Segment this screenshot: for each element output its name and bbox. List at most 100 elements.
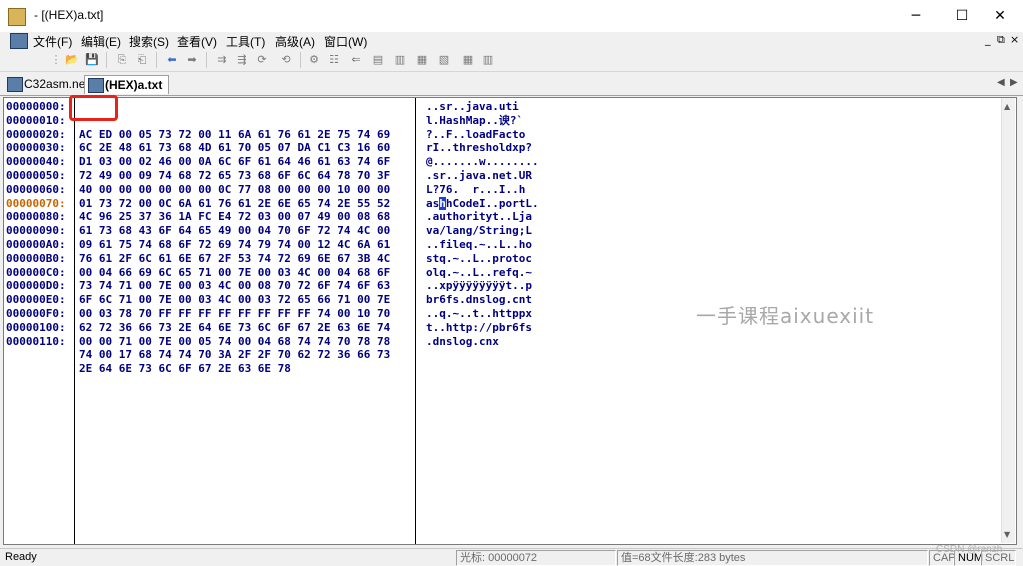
tab-c32asm[interactable]: C32asm.net xyxy=(4,75,95,93)
ascii-row[interactable]: va/lang/String;L xyxy=(424,224,624,238)
vertical-scrollbar[interactable]: ▲ ▼ xyxy=(1001,98,1015,543)
address-cell: 00000010: xyxy=(6,113,66,127)
undo-icon[interactable]: ⟲ xyxy=(278,52,294,68)
hex-row[interactable]: 72 49 00 09 74 68 72 65 73 68 6F 6C 64 7… xyxy=(75,169,415,183)
table-icon[interactable]: ▦ xyxy=(414,52,430,68)
hex-row[interactable]: 00 00 71 00 7E 00 05 74 00 04 68 74 74 7… xyxy=(75,335,415,349)
ascii-row[interactable]: ..xpÿÿÿÿÿÿÿÿt..p xyxy=(424,279,624,293)
columns-icon[interactable]: ▥ xyxy=(392,52,408,68)
hex-column[interactable]: AC ED 00 05 73 72 00 11 6A 61 76 61 2E 7… xyxy=(74,98,416,544)
address-cell: 00000080: xyxy=(6,210,66,224)
hex-row[interactable]: 2E 64 6E 73 6C 6F 67 2E 63 6E 78 xyxy=(75,362,415,376)
ascii-row[interactable]: t..http://pbr6fs xyxy=(424,321,624,335)
mdi-close-button[interactable]: × xyxy=(1010,33,1019,46)
hex-row[interactable]: 6C 2E 48 61 73 68 4D 61 70 05 07 DA C1 C… xyxy=(75,141,415,155)
text-cursor: h xyxy=(439,196,446,210)
csdn-watermark: CSDN @ranzh xyxy=(936,544,1003,555)
ascii-text: as xyxy=(426,196,440,210)
address-cell: 00000090: xyxy=(6,224,66,238)
hex-row[interactable]: 09 61 75 74 68 6F 72 69 74 79 74 00 12 4… xyxy=(75,238,415,252)
ascii-row[interactable]: ..fileq.~..L..ho xyxy=(424,238,624,252)
menu-advanced[interactable]: 高级(A) xyxy=(275,33,315,50)
scroll-down-icon[interactable]: ▼ xyxy=(1004,530,1010,539)
hex-row[interactable]: 00 03 78 70 FF FF FF FF FF FF FF FF 74 0… xyxy=(75,307,415,321)
hex-row[interactable]: 01 73 72 00 0C 6A 61 76 61 2E 6E 65 74 2… xyxy=(75,197,415,211)
hex-row[interactable]: 40 00 00 00 00 00 00 0C 77 08 00 00 00 1… xyxy=(75,183,415,197)
jump-icon[interactable]: ⇉ xyxy=(214,52,230,68)
tab-scroll-left-icon[interactable]: ◀ xyxy=(997,77,1005,88)
tab-label: C32asm.net xyxy=(24,77,89,91)
scroll-up-icon[interactable]: ▲ xyxy=(1004,102,1010,111)
ascii-row[interactable]: br6fs.dnslog.cnt xyxy=(424,293,624,307)
settings-icon[interactable]: ⚙ xyxy=(306,52,322,68)
hex-row[interactable]: 73 74 71 00 7E 00 03 4C 00 08 70 72 6F 7… xyxy=(75,279,415,293)
ascii-row[interactable]: rI..thresholdxp? xyxy=(424,141,624,155)
open-file-icon[interactable]: 📂 xyxy=(64,52,80,68)
ascii-row[interactable]: .sr..java.net.UR xyxy=(424,169,624,183)
ascii-row[interactable]: ashhCodeI..portL. xyxy=(424,196,624,211)
watermark: 一手课程aixuexiit xyxy=(696,304,875,328)
save-icon[interactable]: 💾 xyxy=(84,52,100,68)
mdi-minimize-button[interactable]: _ xyxy=(985,33,991,46)
ascii-row[interactable]: olq.~..L..refq.~ xyxy=(424,266,624,280)
block-icon[interactable]: ▧ xyxy=(436,52,452,68)
hex-row[interactable]: 6F 6C 71 00 7E 00 03 4C 00 03 72 65 66 7… xyxy=(75,293,415,307)
grid-icon[interactable]: ▤ xyxy=(370,52,386,68)
mdi-restore-button[interactable]: ⧉ xyxy=(997,33,1005,47)
close-button[interactable]: ✕ xyxy=(977,0,1023,32)
hex-row[interactable]: 61 73 68 43 6F 64 65 49 00 04 70 6F 72 7… xyxy=(75,224,415,238)
ascii-row[interactable]: L?76. r...I..h xyxy=(424,183,624,197)
document-icon xyxy=(7,77,23,92)
back-arrow-icon[interactable]: ⬅ xyxy=(164,52,180,68)
address-cell: 00000040: xyxy=(6,155,66,169)
left-align-icon[interactable]: ⇐ xyxy=(348,52,364,68)
highlight-annotation xyxy=(69,95,118,121)
ascii-row[interactable]: l.HashMap..谀?` xyxy=(424,114,624,128)
hex-row[interactable]: D1 03 00 02 46 00 0A 6C 6F 61 64 46 61 6… xyxy=(75,155,415,169)
copy-icon[interactable]: ⎘ xyxy=(114,52,130,68)
list-icon[interactable]: ☷ xyxy=(326,52,342,68)
ascii-row[interactable]: @.......w........ xyxy=(424,155,624,169)
ascii-row[interactable]: .dnslog.cnx xyxy=(424,335,624,349)
hex-row[interactable]: 76 61 2F 6C 61 6E 67 2F 53 74 72 69 6E 6… xyxy=(75,252,415,266)
tab-hex-file[interactable]: (HEX)a.txt xyxy=(84,75,170,94)
address-cell: 000000C0: xyxy=(6,265,66,279)
ascii-row[interactable]: ..q.~..t..httppx xyxy=(424,307,624,321)
address-column: 00000000: 00000010: 00000020: 00000030: 0000… xyxy=(6,100,70,348)
menu-file[interactable]: 文件(F) xyxy=(33,33,72,50)
menu-search[interactable]: 搜索(S) xyxy=(129,33,169,50)
menu-bar: 文件(F) 编辑(E) 搜索(S) 查看(V) 工具(T) 高级(A) 窗口(W… xyxy=(0,32,1023,49)
ascii-column[interactable]: ..sr..java.uti l.HashMap..谀?` ?..F..loadFa… xyxy=(424,100,624,348)
redo-icon[interactable]: ⟳ xyxy=(254,52,270,68)
hex-row[interactable]: AC ED 00 05 73 72 00 11 6A 61 76 61 2E 7… xyxy=(75,128,415,142)
tab-scroll-right-icon[interactable]: ▶ xyxy=(1010,77,1018,88)
status-cursor: 光标: 00000072 xyxy=(456,550,616,566)
paste-icon[interactable]: ⎗ xyxy=(134,52,150,68)
goto-icon[interactable]: ⇶ xyxy=(234,52,250,68)
menu-tools[interactable]: 工具(T) xyxy=(226,33,265,50)
ascii-row[interactable]: ?..F..loadFacto xyxy=(424,128,624,142)
hex-row[interactable]: 4C 96 25 37 36 1A FC E4 72 03 00 07 49 0… xyxy=(75,210,415,224)
menu-view[interactable]: 查看(V) xyxy=(177,33,217,50)
ascii-row[interactable]: .authorityt..Lja xyxy=(424,210,624,224)
ascii-row[interactable]: stq.~..L..protoc xyxy=(424,252,624,266)
address-cell: 00000020: xyxy=(6,127,66,141)
document-icon xyxy=(88,78,104,93)
toolbar-separator xyxy=(206,52,207,68)
hex-row[interactable]: 62 72 36 66 73 2E 64 6E 73 6C 6F 67 2E 6… xyxy=(75,321,415,335)
menu-window[interactable]: 窗口(W) xyxy=(324,33,367,50)
address-cell: 00000050: xyxy=(6,168,66,182)
address-cell: 000000F0: xyxy=(6,306,66,320)
minimize-button[interactable]: ─ xyxy=(893,0,939,32)
address-cell: 00000060: xyxy=(6,182,66,196)
hex-row[interactable]: 00 04 66 69 6C 65 71 00 7E 00 03 4C 00 0… xyxy=(75,266,415,280)
tab-bar: C32asm.net (HEX)a.txt ◀ ▶ xyxy=(0,73,1023,96)
cells-icon[interactable]: ▥ xyxy=(480,52,496,68)
ascii-row[interactable]: ..sr..java.uti xyxy=(424,100,624,114)
forward-arrow-icon[interactable]: ➡ xyxy=(184,52,200,68)
menu-edit[interactable]: 编辑(E) xyxy=(81,33,121,50)
window-icon[interactable]: ▦ xyxy=(460,52,476,68)
hex-row[interactable]: 74 00 17 68 74 74 70 3A 2F 2F 70 62 72 3… xyxy=(75,348,415,362)
status-info: 值=68文件长度:283 bytes xyxy=(617,550,928,566)
toolbar-separator xyxy=(300,52,301,68)
